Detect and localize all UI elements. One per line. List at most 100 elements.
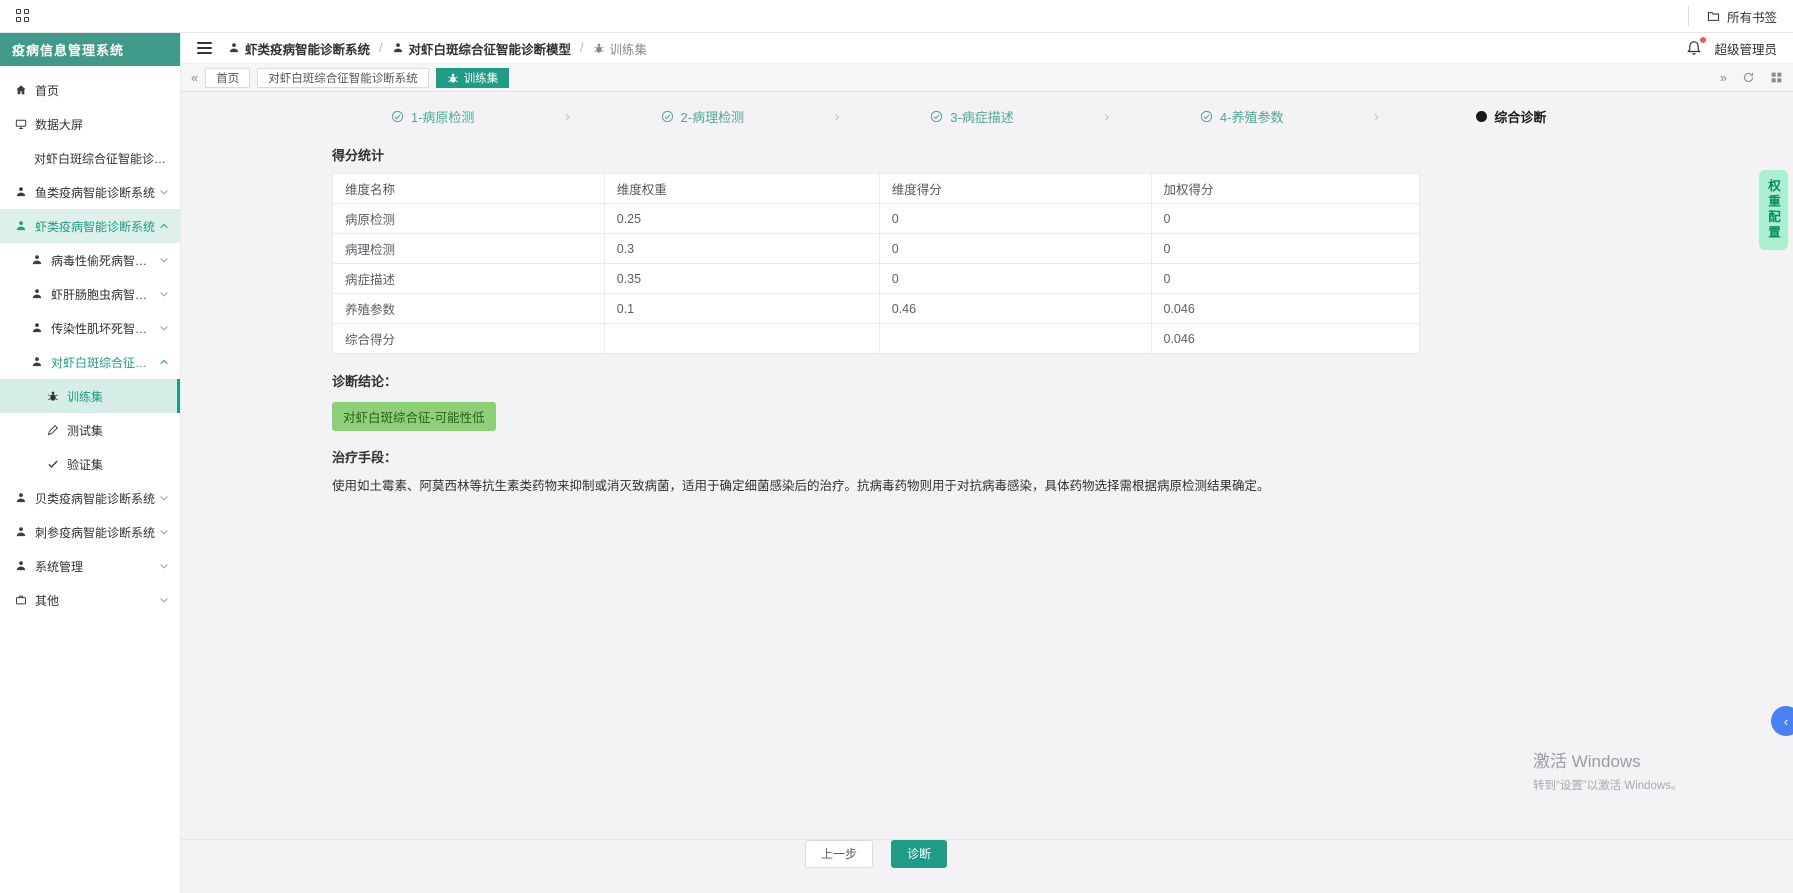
apps-grid-icon[interactable] bbox=[16, 9, 30, 23]
step-label: 1-病原检测 bbox=[410, 110, 475, 125]
sidebar-item-label: 测试集 bbox=[67, 423, 104, 438]
current-user[interactable]: 超级管理员 bbox=[1714, 39, 1777, 58]
breadcrumb-separator: / bbox=[379, 41, 383, 55]
breadcrumb-label: 训练集 bbox=[609, 42, 648, 57]
sidebar-item-test-set[interactable]: 测试集 bbox=[0, 413, 180, 447]
sidebar-item-shrimp-system[interactable]: 虾类疫病智能诊断系统 bbox=[0, 209, 180, 243]
sidebar-item-label: 对虾白斑综合征智能诊断模型 bbox=[51, 355, 158, 370]
cell: 0 bbox=[878, 263, 1152, 294]
bug-icon bbox=[447, 72, 459, 84]
table-row-total: 综合得分 0.046 bbox=[332, 323, 1420, 354]
table-row: 病理检测 0.3 0 0 bbox=[332, 233, 1420, 264]
breadcrumb-item[interactable]: 对虾白斑综合征智能诊断模型 bbox=[392, 39, 572, 58]
cell: 0 bbox=[878, 203, 1152, 234]
sidebar-item-label: 训练集 bbox=[67, 389, 104, 404]
app-frame: 疫病信息管理系统 首页 数据大屏 对虾白斑综合征智能诊断系统 鱼类疫病智能诊断系… bbox=[0, 33, 1793, 893]
sidebar-item-fish-system[interactable]: 鱼类疫病智能诊断系统 bbox=[0, 175, 180, 209]
cell: 0.046 bbox=[1150, 293, 1420, 324]
sidebar-item-shellfish-system[interactable]: 贝类疫病智能诊断系统 bbox=[0, 481, 180, 515]
windows-watermark: 激活 Windows 转到“设置”以激活 Windows。 bbox=[1533, 747, 1683, 793]
sidebar-item-training-set[interactable]: 训练集 bbox=[0, 379, 180, 413]
col-header-weight: 维度权重 bbox=[603, 173, 880, 204]
sidebar-item-other[interactable]: 其他 bbox=[0, 583, 180, 617]
notification-bell-icon[interactable] bbox=[1686, 37, 1707, 56]
person-icon bbox=[15, 220, 28, 232]
tab-training-set[interactable]: 训练集 bbox=[435, 67, 510, 88]
breadcrumb-label: 对虾白斑综合征智能诊断模型 bbox=[408, 42, 572, 57]
treatment-text: 使用如土霉素、阿莫西林等抗生素类药物来抑制或消灭致病菌，适用于确定细菌感染后的治… bbox=[332, 479, 1270, 493]
score-title: 得分统计 bbox=[332, 148, 385, 163]
sidebar-item-wssd-system[interactable]: 对虾白斑综合征智能诊断系统 bbox=[0, 141, 180, 175]
step-pathogen-detection[interactable]: 1-病原检测 bbox=[301, 107, 564, 126]
person-icon bbox=[31, 254, 44, 266]
diagnose-button[interactable]: 诊断 bbox=[891, 839, 948, 868]
sidebar-item-label: 虾类疫病智能诊断系统 bbox=[35, 219, 156, 234]
chevron-down-icon bbox=[158, 186, 170, 198]
folder-icon bbox=[1707, 10, 1720, 23]
breadcrumb-item[interactable]: 虾类疫病智能诊断系统 bbox=[228, 39, 370, 58]
tab-label: 首页 bbox=[216, 72, 240, 85]
content: 1-病原检测 › 2-病理检测 › 3-病症描述 › 4-养殖参数 › 综合诊断… bbox=[181, 92, 1793, 893]
bug-icon bbox=[47, 390, 60, 402]
previous-step-button[interactable]: 上一步 bbox=[804, 839, 873, 868]
layout-grid-icon[interactable] bbox=[1770, 71, 1783, 84]
refresh-icon[interactable] bbox=[1742, 71, 1755, 84]
watermark-line2: 转到“设置”以激活 Windows。 bbox=[1533, 780, 1683, 792]
cell: 综合得分 bbox=[332, 323, 605, 354]
sidebar-item-system-admin[interactable]: 系统管理 bbox=[0, 549, 180, 583]
cell: 0 bbox=[1150, 203, 1420, 234]
sidebar-item-validation-set[interactable]: 验证集 bbox=[0, 447, 180, 481]
cell: 0.1 bbox=[603, 293, 880, 324]
cell: 0.46 bbox=[878, 293, 1152, 324]
sidebar-item-seacucumber-system[interactable]: 刺参疫病智能诊断系统 bbox=[0, 515, 180, 549]
sidebar-item-label: 传染性肌坏死智能诊断模型 bbox=[51, 321, 158, 336]
sidebar-item-home[interactable]: 首页 bbox=[0, 73, 180, 107]
breadcrumb: 虾类疫病智能诊断系统 / 对虾白斑综合征智能诊断模型 / 训练集 bbox=[228, 39, 647, 58]
step-label: 综合诊断 bbox=[1494, 110, 1547, 125]
chevron-down-icon bbox=[158, 254, 170, 266]
wizard-stepper: 1-病原检测 › 2-病理检测 › 3-病症描述 › 4-养殖参数 › 综合诊断 bbox=[301, 107, 1643, 126]
step-label: 2-病理检测 bbox=[680, 110, 745, 125]
step-label: 3-病症描述 bbox=[950, 110, 1014, 125]
chevron-up-icon bbox=[158, 356, 170, 368]
tab-home[interactable]: 首页 bbox=[205, 67, 251, 88]
footer-buttons: 上一步 诊断 bbox=[332, 839, 1420, 868]
collapse-panel-fab[interactable]: ‹ bbox=[1771, 706, 1793, 736]
notification-badge bbox=[1700, 37, 1707, 43]
weight-config-tab[interactable]: 权重配置 bbox=[1759, 170, 1788, 250]
sidebar-item-data-screen[interactable]: 数据大屏 bbox=[0, 107, 180, 141]
tabbar: « 首页 对虾白斑综合征智能诊断系统 训练集 » bbox=[181, 64, 1793, 92]
cell: 病原检测 bbox=[332, 203, 605, 234]
step-farming-parameters[interactable]: 4-养殖参数 bbox=[1110, 107, 1373, 126]
cell: 0 bbox=[1150, 263, 1420, 294]
sidebar-item-viral-model[interactable]: 病毒性偷死病智能诊断模型 bbox=[0, 243, 180, 277]
person-icon bbox=[228, 42, 240, 54]
tabs-scroll-right-icon[interactable]: » bbox=[1720, 71, 1727, 84]
table-row: 病症描述 0.35 0 0 bbox=[332, 263, 1420, 294]
sidebar-item-label: 数据大屏 bbox=[35, 117, 84, 132]
step-symptom-description[interactable]: 3-病症描述 bbox=[840, 107, 1103, 126]
check-circle-icon bbox=[1200, 110, 1213, 123]
sidebar-item-ehp-model[interactable]: 虾肝肠胞虫病智能诊断模型 bbox=[0, 277, 180, 311]
step-comprehensive-diagnosis[interactable]: 综合诊断 bbox=[1380, 107, 1643, 126]
chevron-up-icon bbox=[158, 220, 170, 232]
cell: 0 bbox=[878, 233, 1152, 264]
collapse-sidebar-button[interactable] bbox=[197, 42, 212, 54]
breadcrumb-separator: / bbox=[580, 41, 584, 55]
all-bookmarks-button[interactable]: 所有书签 bbox=[1687, 6, 1777, 26]
tabs-scroll-left-icon[interactable]: « bbox=[191, 71, 198, 84]
chevron-down-icon bbox=[158, 560, 170, 572]
chevron-down-icon bbox=[158, 288, 170, 300]
sidebar-item-wss-model[interactable]: 对虾白斑综合征智能诊断模型 bbox=[0, 345, 180, 379]
sidebar-item-label: 其他 bbox=[35, 593, 60, 608]
chevron-down-icon bbox=[158, 594, 170, 606]
person-icon bbox=[392, 42, 404, 54]
tab-wss-system[interactable]: 对虾白斑综合征智能诊断系统 bbox=[257, 67, 429, 88]
step-pathology-detection[interactable]: 2-病理检测 bbox=[571, 107, 834, 126]
screen-icon bbox=[15, 118, 28, 130]
cell bbox=[878, 323, 1152, 354]
sidebar-item-label: 贝类疫病智能诊断系统 bbox=[35, 491, 156, 506]
sidebar-item-label: 系统管理 bbox=[35, 559, 84, 574]
cell: 病理检测 bbox=[332, 233, 605, 264]
sidebar-item-imn-model[interactable]: 传染性肌坏死智能诊断模型 bbox=[0, 311, 180, 345]
